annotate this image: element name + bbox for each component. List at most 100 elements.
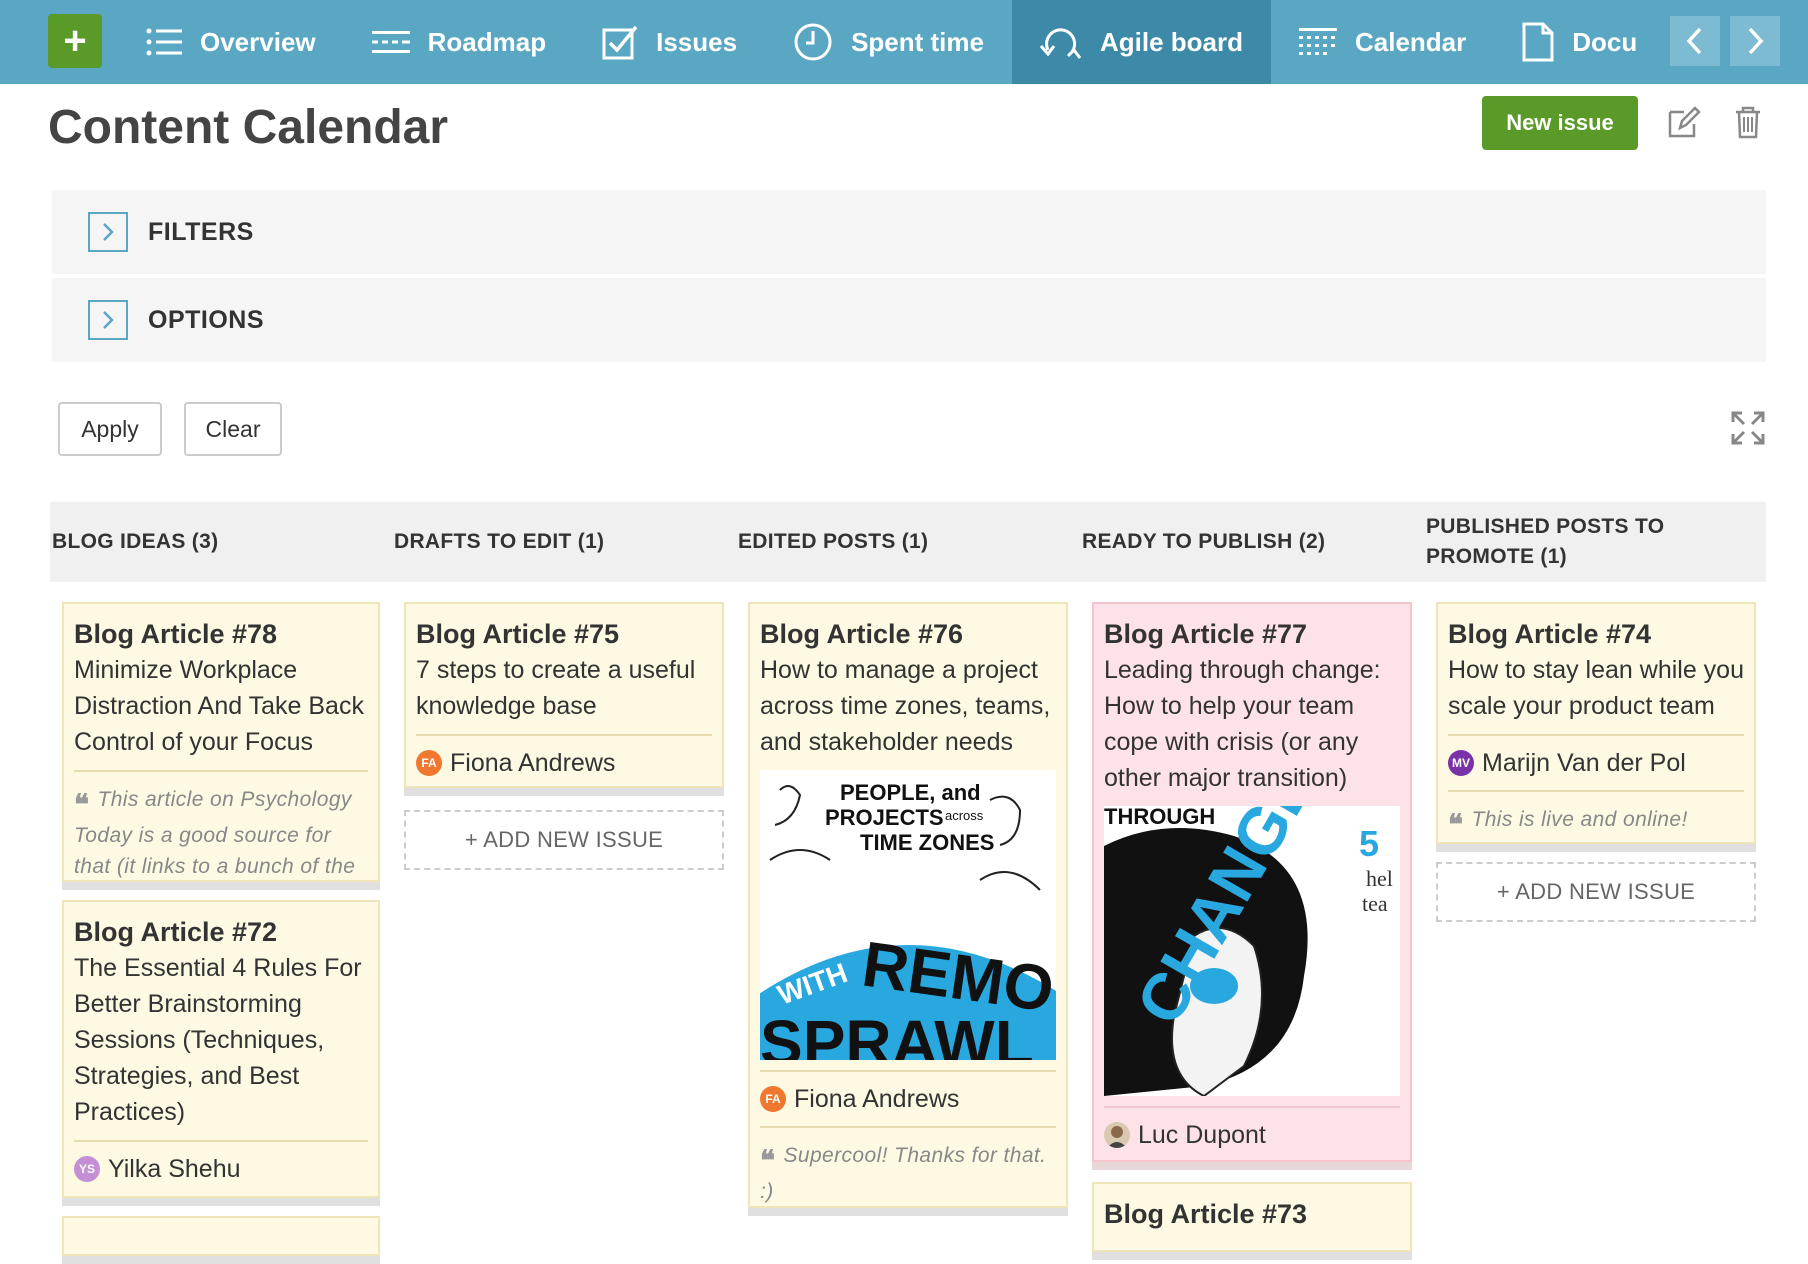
add-plus-button[interactable]: + — [48, 14, 102, 68]
tab-calendar[interactable]: Calendar — [1271, 0, 1494, 84]
card-assignee[interactable]: MV Marijn Van der Pol — [1448, 736, 1744, 790]
card-subject[interactable]: How to stay lean while you scale your pr… — [1448, 652, 1744, 724]
project-menu: Overview Roadmap Issues Spent time Agile… — [118, 0, 1658, 84]
options-toggle[interactable] — [88, 300, 128, 340]
trash-icon[interactable] — [1730, 104, 1766, 140]
avatar: YS — [74, 1156, 100, 1182]
card-subject[interactable]: Leading through change: How to help your… — [1104, 652, 1400, 796]
issue-card-76[interactable]: Blog Article #76 How to manage a project… — [748, 602, 1068, 1216]
chevron-right-icon — [103, 223, 114, 241]
list-icon — [146, 28, 182, 56]
clock-icon — [794, 23, 832, 61]
assignee-name[interactable]: Luc Dupont — [1138, 1121, 1266, 1150]
avatar: FA — [416, 750, 442, 776]
card-comment: ❝ This article on Psychology Today is a g… — [74, 788, 356, 878]
card-assignee[interactable]: FA Fiona Andrews — [760, 1072, 1056, 1126]
options-label: OPTIONS — [148, 305, 265, 334]
card-id[interactable]: Blog Article #77 — [1104, 616, 1400, 652]
avatar: FA — [760, 1086, 786, 1112]
card-assignee[interactable]: Luc Dupont — [1104, 1108, 1400, 1162]
card-id[interactable]: Blog Article #73 — [1104, 1196, 1400, 1232]
column-title-blog-ideas: BLOG IDEAS (3) — [52, 530, 219, 553]
tab-label: Issues — [656, 26, 738, 57]
column-title-ready-to-publish: READY TO PUBLISH (2) — [1082, 530, 1326, 553]
card-id[interactable]: Blog Article #75 — [416, 616, 712, 652]
issue-card-74[interactable]: Blog Article #74 How to stay lean while … — [1436, 602, 1756, 852]
issue-card-75[interactable]: Blog Article #75 7 steps to create a use… — [404, 602, 724, 796]
new-issue-button[interactable]: New issue — [1482, 96, 1638, 150]
tab-roadmap[interactable]: Roadmap — [344, 0, 574, 84]
top-navigation: + Overview Roadmap Issues Spent time Agi… — [0, 0, 1808, 84]
illustration-text: tea — [1362, 891, 1388, 916]
avatar: MV — [1448, 750, 1474, 776]
chevron-right-icon — [103, 311, 114, 329]
filters-toggle[interactable] — [88, 212, 128, 252]
tab-label: Calendar — [1355, 26, 1467, 57]
tab-label: Roadmap — [427, 26, 547, 57]
illustration-text: 5 — [1359, 823, 1379, 864]
options-panel[interactable]: OPTIONS — [52, 278, 1766, 362]
avatar-photo — [1104, 1122, 1130, 1148]
card-assignee[interactable]: YS Yilka Shehu — [74, 1142, 368, 1196]
assignee-name[interactable]: Yilka Shehu — [108, 1155, 241, 1184]
document-icon — [1522, 22, 1554, 62]
scroll-menu-left-button[interactable] — [1670, 16, 1720, 66]
card-id[interactable]: Blog Article #74 — [1448, 616, 1744, 652]
illustration-text: across — [945, 808, 984, 823]
illustration-text: THROUGH — [1104, 806, 1215, 829]
issue-card-72[interactable]: Blog Article #72 The Essential 4 Rules F… — [62, 900, 380, 1206]
issue-card-78[interactable]: Blog Article #78 Minimize Workplace Dist… — [62, 602, 380, 890]
column-title-edited-posts: EDITED POSTS (1) — [738, 530, 929, 553]
illustration-text: PROJECTS — [825, 805, 944, 830]
calendar-grid-icon — [1299, 28, 1337, 55]
issue-card-73[interactable]: Blog Article #73 — [1092, 1182, 1412, 1260]
card-illustration-remote-sprawl: PEOPLE, and PROJECTS across TIME ZONES D… — [760, 770, 1056, 1060]
illustration-text: PEOPLE, and — [840, 780, 981, 805]
tab-label: Overview — [200, 26, 316, 57]
card-subject[interactable]: How to manage a project across time zone… — [760, 652, 1056, 760]
roadmap-icon — [371, 31, 410, 53]
card-subject[interactable]: The Essential 4 Rules For Better Brainst… — [74, 950, 368, 1130]
add-new-issue-button[interactable]: + ADD NEW ISSUE — [1436, 862, 1756, 922]
plus-icon: + — [63, 19, 87, 63]
tab-agile-board[interactable]: Agile board — [1011, 0, 1271, 84]
card-id[interactable]: Blog Article #76 — [760, 616, 1056, 652]
tab-overview[interactable]: Overview — [118, 0, 344, 84]
card-id[interactable]: Blog Article #78 — [74, 616, 368, 652]
agile-refresh-icon — [1039, 28, 1082, 59]
checkbox-icon — [602, 25, 638, 60]
scroll-menu-right-button[interactable] — [1730, 16, 1780, 66]
tab-label: Docu — [1572, 26, 1638, 57]
tab-issues[interactable]: Issues — [574, 0, 765, 84]
card-comment: ❝ This is live and online! — [1448, 808, 1688, 840]
clear-button[interactable]: Clear — [184, 402, 282, 456]
add-new-issue-button[interactable]: + ADD NEW ISSUE — [404, 810, 724, 870]
issue-card-partial[interactable] — [62, 1216, 380, 1264]
chevron-right-icon — [1748, 27, 1764, 55]
filters-label: FILTERS — [148, 217, 254, 246]
illustration-text: hel — [1366, 866, 1393, 891]
card-comment: ❝ Supercool! Thanks for that. :) — [760, 1144, 1047, 1203]
illustration-text: TIME ZONES — [860, 830, 994, 855]
fullscreen-icon[interactable] — [1730, 410, 1766, 446]
card-id[interactable]: Blog Article #72 — [74, 914, 368, 950]
tab-label: Spent time — [851, 26, 984, 57]
chevron-left-icon — [1686, 27, 1702, 55]
assignee-name[interactable]: Fiona Andrews — [794, 1085, 959, 1114]
issue-card-77[interactable]: Blog Article #77 Leading through change:… — [1092, 602, 1412, 1170]
quote-icon: ❝ — [760, 1145, 776, 1176]
tab-documents[interactable]: Docu — [1494, 0, 1658, 84]
apply-button[interactable]: Apply — [58, 402, 162, 456]
card-subject[interactable]: 7 steps to create a useful knowledge bas… — [416, 652, 712, 724]
filters-panel[interactable]: FILTERS — [52, 190, 1766, 274]
card-assignee[interactable]: FA Fiona Andrews — [416, 736, 712, 790]
tab-spent-time[interactable]: Spent time — [765, 0, 1012, 84]
page-title: Content Calendar — [48, 101, 449, 154]
assignee-name[interactable]: Marijn Van der Pol — [1482, 749, 1686, 778]
tab-label: Agile board — [1099, 26, 1243, 57]
card-subject[interactable]: Minimize Workplace Distraction And Take … — [74, 652, 368, 760]
assignee-name[interactable]: Fiona Andrews — [450, 749, 615, 778]
illustration-text: SPRAWL — [760, 1007, 1034, 1060]
edit-icon[interactable] — [1666, 104, 1702, 140]
quote-icon: ❝ — [1448, 809, 1464, 840]
